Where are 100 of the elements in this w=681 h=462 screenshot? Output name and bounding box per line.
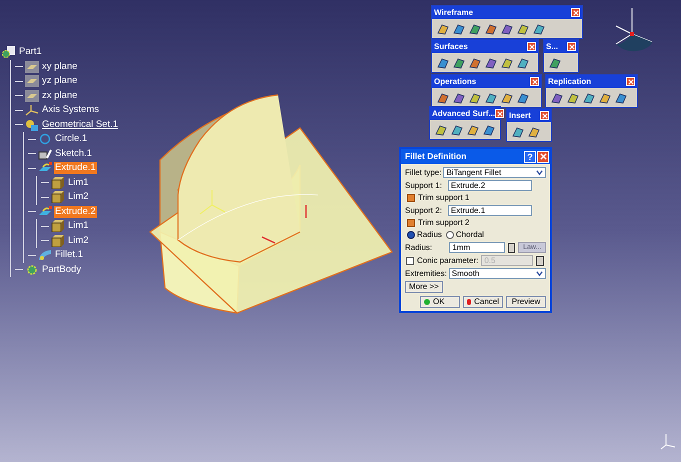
tool-icon[interactable]: [548, 56, 562, 70]
tree-item[interactable]: Lim1: [67, 220, 90, 232]
plane-icon: [25, 75, 39, 88]
tool-icon[interactable]: [500, 56, 514, 70]
radio-label: Radius: [417, 230, 442, 240]
cube-icon: [51, 234, 65, 247]
tool-icon[interactable]: [511, 124, 525, 138]
toolbar-title: Replication: [548, 76, 592, 86]
close-icon[interactable]: [527, 42, 536, 51]
tool-icon[interactable]: [550, 90, 564, 104]
cube-icon: [51, 176, 65, 189]
tool-icon[interactable]: [516, 56, 530, 70]
checkbox[interactable]: [407, 219, 415, 227]
plane-icon: [25, 60, 39, 73]
toolbar-title: S...: [546, 42, 558, 52]
close-icon[interactable]: [626, 77, 635, 86]
close-icon[interactable]: [567, 42, 576, 51]
tool-icon[interactable]: [500, 22, 514, 36]
help-button[interactable]: ?: [524, 150, 536, 162]
dialog-title: Fillet Definition: [405, 150, 466, 163]
tool-icon[interactable]: [450, 122, 464, 136]
tree-item[interactable]: yz plane: [41, 75, 78, 88]
tree-item[interactable]: Circle.1: [54, 133, 88, 146]
tree-item[interactable]: Lim2: [67, 234, 90, 247]
surface-icon: [38, 206, 52, 218]
axis-icon: [25, 104, 39, 116]
cancel-button[interactable]: Cancel: [463, 296, 503, 308]
tool-icon[interactable]: [516, 22, 530, 36]
tool-icon[interactable]: [614, 90, 628, 104]
close-icon[interactable]: [571, 8, 580, 17]
tool-icon[interactable]: [484, 56, 498, 70]
tool-icon[interactable]: [468, 56, 482, 70]
tool-icon[interactable]: [466, 122, 480, 136]
cube-icon: [51, 191, 65, 204]
more-button[interactable]: More >>: [405, 281, 443, 293]
tool-icon[interactable]: [500, 90, 514, 104]
extremities-dropdown[interactable]: Smooth: [448, 268, 546, 279]
tool-icon[interactable]: [582, 90, 596, 104]
toolbar-title: Operations: [434, 76, 476, 86]
support-field[interactable]: Extrude.2: [448, 180, 532, 191]
tree-item[interactable]: Fillet.1: [54, 249, 84, 262]
preview-button[interactable]: Preview: [506, 296, 546, 308]
tool-icon[interactable]: [436, 22, 450, 36]
field-label: Extremities:: [405, 268, 447, 278]
gear-icon: [25, 264, 39, 276]
ok-button[interactable]: OK: [420, 296, 460, 308]
checkbox-label: Trim support 2: [418, 218, 470, 228]
toolbar-title: Surfaces: [434, 42, 468, 52]
fillet-icon: [38, 249, 52, 262]
tree-item[interactable]: Geometrical Set.1: [41, 118, 120, 131]
field-label: Fillet type:: [405, 168, 442, 178]
toolbar-title: Advanced Surf...: [432, 108, 496, 118]
tree-item[interactable]: Lim1: [67, 176, 90, 189]
radio-label: Chordal: [456, 230, 484, 240]
tree-item[interactable]: xy plane: [41, 60, 78, 73]
tree-item[interactable]: PartBody: [41, 264, 82, 276]
checkbox-label: Trim support 1: [418, 193, 470, 203]
radius-field[interactable]: 1mm: [449, 242, 505, 253]
tool-icon[interactable]: [566, 90, 580, 104]
spinner-icon[interactable]: [508, 242, 516, 252]
radio-button[interactable]: [407, 231, 415, 239]
radio-button[interactable]: [446, 231, 454, 239]
tool-icon[interactable]: [527, 124, 541, 138]
tree-item[interactable]: Part1: [18, 46, 43, 58]
tool-icon[interactable]: [434, 122, 448, 136]
tree-item[interactable]: Axis Systems: [41, 104, 100, 116]
tool-icon[interactable]: [516, 90, 530, 104]
close-icon[interactable]: [495, 109, 504, 118]
tool-icon[interactable]: [468, 22, 482, 36]
field-label: Radius:: [405, 242, 434, 252]
part-icon: [2, 46, 16, 58]
tool-icon[interactable]: [452, 22, 466, 36]
tree-item[interactable]: zx plane: [41, 90, 78, 102]
tool-icon[interactable]: [532, 22, 546, 36]
field-label: Support 1:: [405, 180, 442, 190]
close-icon[interactable]: [537, 150, 549, 162]
checkbox[interactable]: [406, 256, 414, 264]
tool-icon[interactable]: [598, 90, 612, 104]
tool-icon[interactable]: [452, 56, 466, 70]
toolbar-title: Insert: [509, 110, 531, 120]
tool-icon[interactable]: [484, 22, 498, 36]
circle-icon: [38, 133, 52, 146]
tree-item[interactable]: Sketch.1: [54, 148, 93, 160]
close-icon[interactable]: [530, 77, 539, 86]
close-icon[interactable]: [540, 111, 549, 120]
sketch-icon: [38, 148, 52, 160]
checkbox-label: Conic parameter:: [417, 256, 478, 266]
toolbar-title: Wireframe: [434, 8, 474, 18]
field-label: Support 2:: [405, 206, 442, 216]
axis-triad-icon: [660, 432, 676, 450]
tool-icon[interactable]: [436, 56, 450, 70]
support-field[interactable]: Extrude.1: [448, 205, 532, 216]
cube-icon: [51, 220, 65, 232]
spinner-icon[interactable]: [536, 256, 544, 266]
geometry-set-icon: [25, 118, 39, 131]
fillet-type-dropdown[interactable]: BiTangent Fillet: [443, 167, 546, 178]
plane-icon: [25, 90, 39, 102]
checkbox[interactable]: [407, 194, 415, 202]
tool-icon[interactable]: [482, 122, 496, 136]
tree-item[interactable]: Lim2: [67, 191, 90, 204]
